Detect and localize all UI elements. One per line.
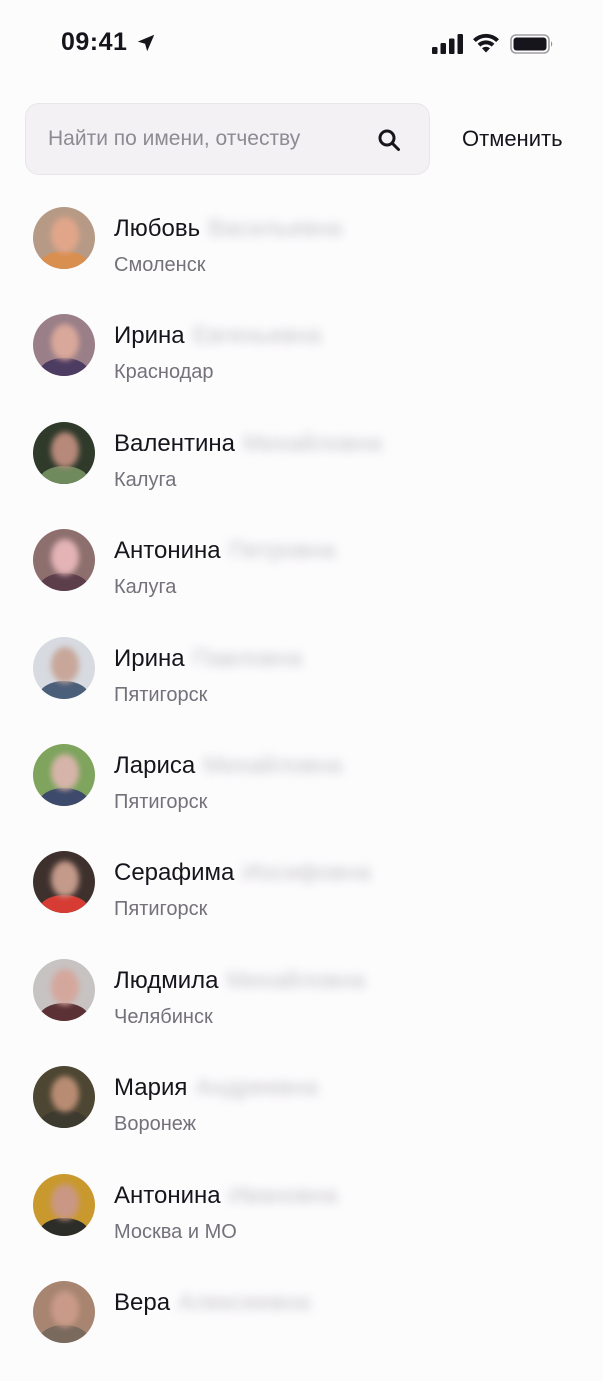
avatar bbox=[33, 421, 95, 484]
blurred-patronymic: Михайловна bbox=[203, 751, 343, 779]
contact-city: Смоленск bbox=[114, 254, 206, 276]
first-name: Людмила bbox=[114, 966, 219, 994]
contact-name: Антонина Петровна bbox=[114, 537, 335, 565]
contact-name: Любовь Васильевна bbox=[114, 215, 342, 243]
blurred-patronymic: Васильевна bbox=[208, 215, 343, 242]
list-item[interactable]: Антонина Ивановна Москва и МО bbox=[0, 1167, 603, 1274]
first-name: Вера bbox=[114, 1288, 171, 1316]
first-name: Антонина bbox=[114, 1181, 221, 1209]
contact-city: Воронеж bbox=[114, 1113, 197, 1136]
status-time: 09:41 bbox=[61, 28, 128, 56]
contact-name: Серафима Иосифовна bbox=[114, 859, 371, 887]
avatar bbox=[33, 1173, 95, 1236]
first-name: Ирина bbox=[114, 644, 185, 672]
contact-city: Пятигорск bbox=[114, 790, 208, 813]
first-name: Лариса bbox=[114, 751, 196, 779]
avatar bbox=[33, 314, 95, 377]
results-list: Любовь Васильевна Смоленск Ирина Евгеньевна К… bbox=[0, 200, 603, 1381]
wifi-icon bbox=[473, 33, 499, 53]
contact-city: Пятигорск bbox=[114, 898, 208, 921]
list-item[interactable]: Ирина Евгеньевна Краснодар bbox=[0, 307, 603, 414]
contact-name: Валентина Михайловна bbox=[114, 430, 382, 458]
blurred-patronymic: Петровна bbox=[228, 537, 336, 565]
blurred-patronymic: Евгеньевна bbox=[192, 322, 322, 350]
first-name: Мария bbox=[114, 1074, 188, 1102]
blurred-patronymic: Андреевна bbox=[195, 1074, 319, 1102]
contact-name: Лариса Михайловна bbox=[114, 752, 342, 780]
avatar bbox=[33, 529, 95, 592]
contact-name: Людмила Михайловна bbox=[114, 967, 365, 995]
first-name: Валентина bbox=[114, 429, 235, 457]
first-name: Серафима bbox=[114, 859, 235, 887]
list-item[interactable]: Вера Алексеевна bbox=[0, 1274, 603, 1381]
battery-icon bbox=[510, 34, 553, 54]
avatar bbox=[33, 207, 95, 269]
cancel-button[interactable]: Отменить bbox=[462, 126, 563, 152]
contact-city: Челябинск bbox=[114, 1005, 213, 1028]
list-item[interactable]: Людмила Михайловна Челябинск bbox=[0, 952, 603, 1059]
avatar bbox=[33, 636, 95, 699]
list-item[interactable]: Антонина Петровна Калуга bbox=[0, 522, 603, 629]
list-item[interactable]: Валентина Михайловна Калуга bbox=[0, 415, 603, 522]
contact-name: Вера Алексеевна bbox=[114, 1289, 310, 1317]
blurred-patronymic: Ивановна bbox=[228, 1181, 338, 1209]
contact-name: Антонина Ивановна bbox=[114, 1182, 338, 1210]
contact-city: Москва и МО bbox=[114, 1220, 237, 1243]
search-bar[interactable] bbox=[25, 103, 430, 175]
blurred-patronymic: Иосифовна bbox=[242, 859, 371, 887]
avatar bbox=[33, 958, 95, 1021]
list-item[interactable]: Серафима Иосифовна Пятигорск bbox=[0, 844, 603, 951]
list-item[interactable]: Лариса Михайловна Пятигорск bbox=[0, 737, 603, 844]
contact-name: Ирина Павловна bbox=[114, 645, 302, 673]
list-item[interactable]: Мария Андреевна Воронеж bbox=[0, 1059, 603, 1166]
blurred-patronymic: Михайловна bbox=[226, 966, 366, 994]
first-name: Любовь bbox=[114, 215, 201, 242]
search-icon[interactable] bbox=[377, 128, 401, 152]
contact-city: Пятигорск bbox=[114, 683, 208, 706]
list-item[interactable]: Любовь Васильевна Смоленск bbox=[0, 200, 603, 307]
avatar bbox=[33, 1280, 95, 1343]
avatar bbox=[33, 851, 95, 914]
blurred-patronymic: Алексеевна bbox=[178, 1288, 311, 1316]
list-item[interactable]: Ирина Павловна Пятигорск bbox=[0, 630, 603, 737]
contact-name: Ирина Евгеньевна bbox=[114, 322, 321, 350]
blurred-patronymic: Михайловна bbox=[242, 429, 382, 457]
contact-city: Калуга bbox=[114, 468, 177, 491]
search-input[interactable] bbox=[48, 104, 368, 174]
status-bar: 09:41 bbox=[0, 0, 603, 90]
blurred-patronymic: Павловна bbox=[192, 644, 303, 672]
contact-name: Мария Андреевна bbox=[114, 1074, 318, 1102]
avatar bbox=[33, 1066, 95, 1129]
contact-city: Краснодар bbox=[114, 361, 214, 384]
contact-city: Калуга bbox=[114, 576, 177, 599]
cellular-signal-icon bbox=[432, 34, 463, 54]
first-name: Ирина bbox=[114, 322, 185, 350]
first-name: Антонина bbox=[114, 537, 221, 565]
location-arrow-icon bbox=[137, 34, 155, 52]
avatar bbox=[33, 743, 95, 806]
